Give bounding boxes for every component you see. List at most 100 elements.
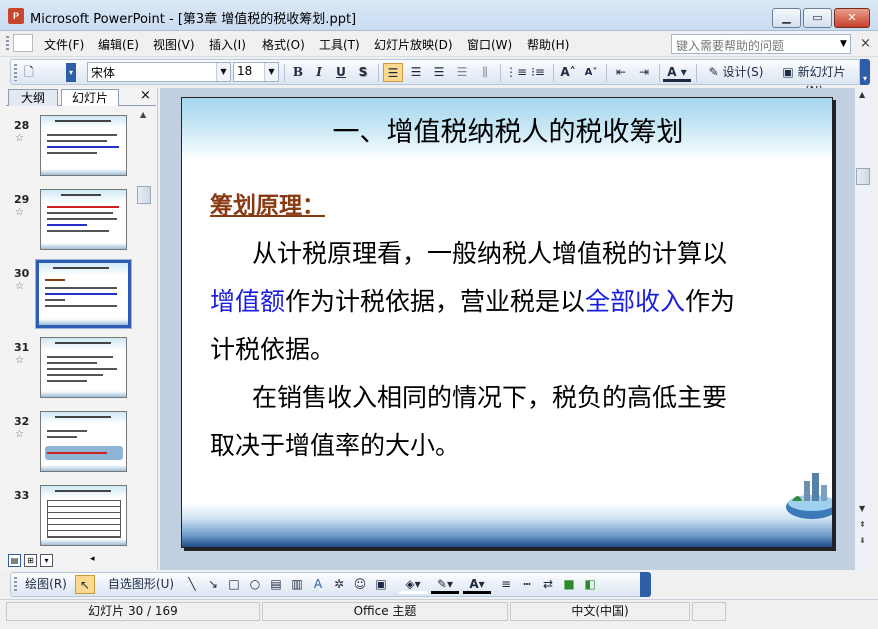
shadow-button[interactable]: S [354, 63, 372, 82]
line-color-icon[interactable]: ✎▾ [431, 575, 459, 594]
bullets-icon[interactable]: ⁝≡ [528, 63, 548, 82]
picture-icon[interactable]: ▣ [372, 575, 390, 594]
slide-body-line[interactable]: 计税依据。 [210, 330, 335, 366]
toolbar-overflow-icon[interactable]: ▾ [860, 59, 870, 85]
vertical-textbox-icon[interactable]: ▥ [288, 575, 306, 594]
slide-thumbnail[interactable]: 28 ☆ [0, 112, 140, 182]
menu-edit[interactable]: 编辑(E) [98, 36, 139, 53]
diagram-icon[interactable]: ✲ [330, 575, 348, 594]
slide-thumbnail[interactable]: 33 [0, 482, 140, 548]
scroll-up-icon[interactable]: ▲ [140, 110, 146, 119]
align-left-icon[interactable]: ☰ [383, 63, 403, 82]
scroll-left-icon[interactable]: ◂ [90, 554, 95, 564]
normal-view-icon[interactable]: ▤ [8, 554, 21, 567]
decrease-indent-icon[interactable]: ⇤ [611, 63, 631, 82]
menu-slideshow[interactable]: 幻灯片放映(D) [374, 36, 453, 53]
minimize-button[interactable]: ▁ [772, 8, 801, 28]
draw-menu-button[interactable]: 绘图(R) [20, 575, 72, 594]
textbox-icon[interactable]: ▤ [267, 575, 285, 594]
font-color-icon[interactable]: A▾ [463, 575, 491, 594]
slide-body-line[interactable]: 从计税原理看，一般纳税人增值税的计算以 [252, 234, 727, 270]
previous-slide-icon[interactable]: ⇞ [859, 520, 866, 529]
powerpoint-app-icon[interactable]: P [8, 8, 24, 24]
scroll-up-icon[interactable]: ▲ [859, 90, 865, 99]
bold-button[interactable]: B [289, 63, 307, 82]
panel-close-icon[interactable]: × [140, 88, 151, 103]
design-button[interactable]: ✎ 设计(S) [701, 63, 771, 82]
shadow-style-icon[interactable]: ■ [560, 575, 578, 594]
tab-outline[interactable]: 大纲 [8, 89, 58, 106]
arrow-style-icon[interactable]: ⇄ [539, 575, 557, 594]
numbering-icon[interactable]: ⋮≡ [505, 63, 527, 82]
slide-subheading[interactable]: 筹划原理： [210, 186, 325, 220]
help-search-input[interactable]: 键入需要帮助的问题 [671, 34, 851, 54]
slide-preview [40, 411, 127, 472]
slide-canvas[interactable]: 一、增值税纳税人的税收筹划 筹划原理： 从计税原理看，一般纳税人增值税的计算以 … [181, 97, 833, 548]
formatting-toolbar: 🗋 ▾ 宋体 ▼ 18 ▼ B I U S ☰ ☰ ☰ ☰ ⫼ ⋮≡ ⁝≡ A˄… [10, 59, 860, 98]
slide-thumbnail[interactable]: 29 ☆ [0, 186, 140, 256]
tab-slides[interactable]: 幻灯片 [61, 89, 119, 106]
slide-scrollbar[interactable]: ▲ ▼ ⇞ ⇟ [854, 88, 871, 570]
justify-icon[interactable]: ☰ [452, 63, 472, 82]
toolbar-grip[interactable] [14, 577, 17, 593]
rectangle-icon[interactable]: □ [225, 575, 243, 594]
increase-font-icon[interactable]: A˄ [558, 63, 578, 82]
menubar-grip[interactable] [6, 36, 9, 52]
slide-thumbnail-selected[interactable]: 30 ☆ [0, 259, 140, 330]
scrollbar-thumb[interactable] [856, 168, 870, 185]
help-dropdown-icon[interactable]: ▼ [836, 34, 851, 54]
3d-style-icon[interactable]: ◧ [581, 575, 599, 594]
scrollbar-thumb[interactable] [137, 186, 151, 204]
oval-icon[interactable]: ○ [246, 575, 264, 594]
autoshapes-button[interactable]: 自选图形(U) [103, 575, 179, 594]
document-close-icon[interactable]: × [860, 36, 871, 51]
align-center-icon[interactable]: ☰ [406, 63, 426, 82]
select-pointer-icon[interactable]: ↖ [75, 575, 95, 594]
italic-button[interactable]: I [310, 63, 328, 82]
maximize-button[interactable]: ▭ [803, 8, 832, 28]
menu-file[interactable]: 文件(F) [44, 36, 84, 53]
toolbar-grip[interactable] [14, 64, 17, 81]
distribute-icon[interactable]: ⫼ [475, 63, 495, 82]
line-style-icon[interactable]: ≡ [497, 575, 515, 594]
menu-help[interactable]: 帮助(H) [527, 36, 569, 53]
slide-thumbnail[interactable]: 32 ☆ [0, 408, 140, 478]
scroll-down-icon[interactable]: ▼ [859, 504, 865, 513]
slide-body-line[interactable]: 增值额作为计税依据，营业税是以全部收入作为 [210, 282, 735, 318]
document-icon[interactable] [13, 34, 33, 52]
decrease-font-icon[interactable]: A˅ [581, 63, 601, 82]
font-name-select[interactable]: 宋体 ▼ [87, 62, 231, 82]
dash-style-icon[interactable]: ┅ [518, 575, 536, 594]
close-button[interactable]: ✕ [834, 8, 870, 28]
menu-insert[interactable]: 插入(I) [209, 36, 246, 53]
increase-indent-icon[interactable]: ⇥ [634, 63, 654, 82]
next-slide-icon[interactable]: ⇟ [859, 536, 866, 545]
toolbar-options-icon[interactable]: ▾ [66, 63, 76, 82]
slide-title[interactable]: 一、增值税纳税人的税收筹划 [182, 110, 832, 149]
fill-color-icon[interactable]: ◈▾ [399, 575, 427, 594]
menu-tools[interactable]: 工具(T) [319, 36, 360, 53]
line-icon[interactable]: ╲ [183, 575, 201, 594]
toolbar-overflow-icon[interactable] [640, 572, 651, 597]
clipart-icon[interactable]: ☺ [351, 575, 369, 594]
font-color-icon[interactable]: A ▾ [663, 63, 691, 82]
font-size-select[interactable]: 18 ▼ [233, 62, 279, 82]
chevron-down-icon[interactable]: ▼ [216, 63, 230, 81]
new-document-icon[interactable]: 🗋 [21, 63, 37, 82]
slide-body-line[interactable]: 取决于增值率的大小。 [210, 426, 460, 462]
slide-body-line[interactable]: 在销售收入相同的情况下，税负的高低主要 [252, 378, 727, 414]
arrow-icon[interactable]: ↘ [204, 575, 222, 594]
slide-sorter-icon[interactable]: ⊞ [24, 554, 37, 567]
menu-view[interactable]: 视图(V) [153, 36, 195, 53]
slide-thumbnail[interactable]: 31 ☆ [0, 334, 140, 404]
menu-window[interactable]: 窗口(W) [467, 36, 512, 53]
align-right-icon[interactable]: ☰ [429, 63, 449, 82]
new-slide-button[interactable]: ▣ 新幻灯片(N) [774, 63, 854, 98]
thumbnail-scrollbar[interactable]: ▲ [137, 108, 152, 548]
underline-button[interactable]: U [332, 63, 350, 82]
menu-format[interactable]: 格式(O) [262, 36, 305, 53]
chevron-down-icon[interactable]: ▼ [264, 63, 278, 81]
wordart-icon[interactable]: A [309, 575, 327, 594]
slideshow-view-icon[interactable]: ▾ [40, 554, 53, 567]
drawing-toolbar: 绘图(R) ↖ 自选图形(U) ╲ ↘ □ ○ ▤ ▥ A ✲ ☺ ▣ ◈▾ ✎… [10, 572, 650, 597]
